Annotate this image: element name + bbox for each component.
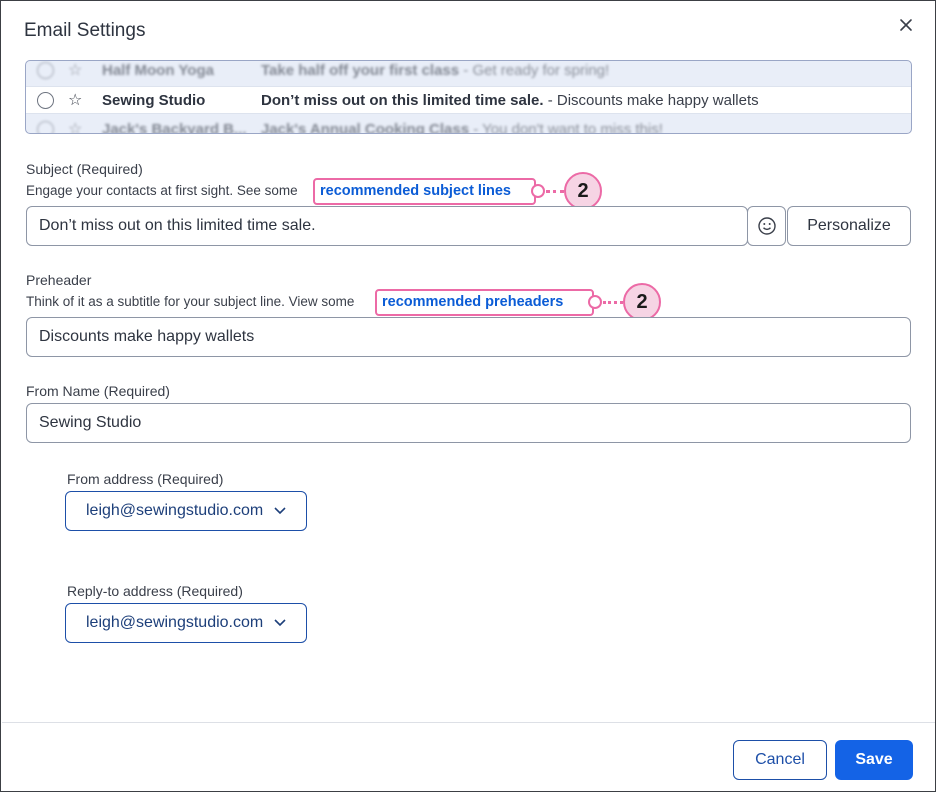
- radio-icon: [37, 61, 54, 79]
- callout-line: [546, 190, 564, 193]
- preview-sender: Sewing Studio: [102, 91, 206, 109]
- recommended-preheaders-link[interactable]: recommended preheaders: [382, 294, 563, 310]
- emoji-button[interactable]: [747, 206, 786, 246]
- from-name-input[interactable]: Sewing Studio: [26, 403, 911, 443]
- recommended-subject-lines-link[interactable]: recommended subject lines: [320, 183, 511, 199]
- preview-row: ☆ Half Moon Yoga Take half off your firs…: [26, 61, 911, 82]
- chevron-down-icon: [274, 502, 286, 520]
- preview-preheader: - Get ready for spring!: [459, 61, 610, 79]
- from-address-select[interactable]: leigh@sewingstudio.com: [65, 491, 307, 531]
- from-address-value: leigh@sewingstudio.com: [86, 502, 264, 519]
- from-address-label: From address (Required): [67, 471, 224, 487]
- smiley-icon: [757, 217, 776, 235]
- preheader-label: Preheader: [26, 272, 92, 288]
- close-icon[interactable]: [897, 16, 915, 34]
- callout-ring: [588, 295, 602, 309]
- reply-to-label: Reply-to address (Required): [67, 583, 243, 599]
- preview-subject: Take half off your first class: [261, 61, 460, 79]
- preheader-help: Think of it as a subtitle for your subje…: [26, 294, 355, 309]
- radio-icon: [37, 91, 54, 109]
- subject-label: Subject (Required): [26, 161, 143, 177]
- email-settings-dialog: Email Settings ☆ Half Moon Yoga Take hal…: [0, 0, 936, 792]
- preview-sender: Jack's Backyard B...: [102, 120, 247, 134]
- radio-icon: [37, 120, 54, 133]
- save-button[interactable]: Save: [835, 740, 913, 780]
- reply-to-select[interactable]: leigh@sewingstudio.com: [65, 603, 307, 643]
- preview-row: ☆ Jack's Backyard B... Jack's Annual Coo…: [26, 117, 911, 134]
- callout-line: [603, 301, 623, 304]
- callout-badge: 2: [564, 172, 602, 210]
- from-name-label: From Name (Required): [26, 383, 170, 399]
- preview-sender: Half Moon Yoga: [102, 61, 214, 79]
- dialog-title: Email Settings: [24, 20, 146, 41]
- star-icon: ☆: [68, 92, 83, 109]
- subject-input[interactable]: Don’t miss out on this limited time sale…: [26, 206, 748, 246]
- preview-subject: Jack's Annual Cooking Class: [261, 120, 470, 134]
- preheader-input[interactable]: Discounts make happy wallets: [26, 317, 911, 357]
- preview-subject: Don’t miss out on this limited time sale…: [261, 91, 544, 109]
- callout-badge: 2: [623, 283, 661, 321]
- subject-help: Engage your contacts at first sight. See…: [26, 183, 298, 198]
- inbox-preview: ☆ Half Moon Yoga Take half off your firs…: [25, 60, 912, 134]
- preview-row-current: ☆ Sewing Studio Don’t miss out on this l…: [26, 86, 911, 114]
- star-icon: ☆: [68, 62, 83, 79]
- callout-ring: [531, 184, 545, 198]
- preview-preheader: - You don't want to miss this!: [469, 120, 663, 134]
- preview-preheader: - Discounts make happy wallets: [543, 91, 759, 109]
- personalize-button[interactable]: Personalize: [787, 206, 911, 246]
- cancel-button[interactable]: Cancel: [733, 740, 827, 780]
- footer-divider: [2, 722, 935, 723]
- chevron-down-icon: [274, 614, 286, 632]
- reply-to-value: leigh@sewingstudio.com: [86, 614, 264, 631]
- star-icon: ☆: [68, 121, 83, 134]
